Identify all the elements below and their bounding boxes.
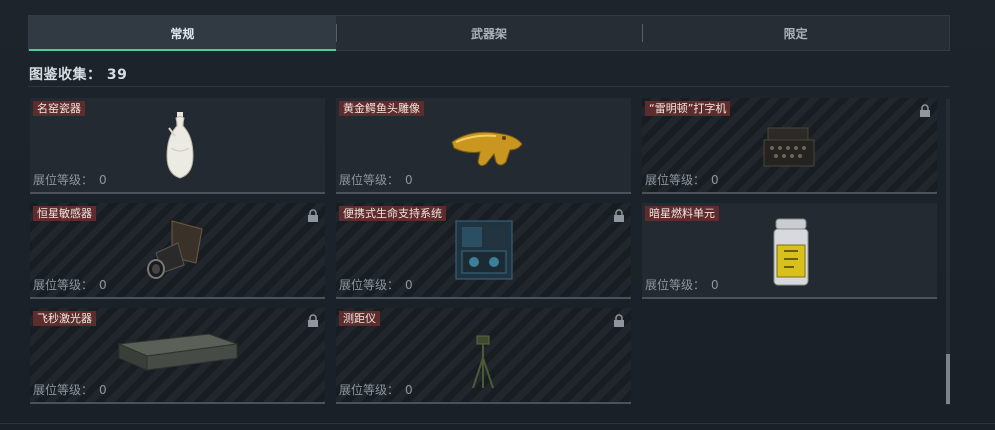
level-value: 0: [99, 383, 107, 397]
display-level: 展位等级： 0: [339, 171, 413, 188]
life-support-system-icon: [455, 220, 513, 280]
level-value: 0: [405, 173, 413, 187]
item-name: 黄金鳄鱼头雕像: [339, 101, 424, 116]
item-card[interactable]: 黄金鳄鱼头雕像 展位等级： 0: [336, 98, 631, 194]
display-level: 展位等级： 0: [339, 276, 413, 293]
level-label: 展位等级：: [645, 278, 706, 292]
tab-label: 常规: [170, 26, 195, 41]
collection-count: 图鉴收集： 39: [29, 64, 127, 84]
level-value: 0: [99, 278, 107, 292]
display-level: 展位等级： 0: [645, 276, 719, 293]
item-name: 测距仪: [339, 311, 380, 326]
star-sensor-icon: [147, 220, 203, 279]
collection-count-value: 39: [106, 67, 128, 83]
lock-icon: [308, 314, 318, 327]
item-card[interactable]: 恒星敏感器 展位等级： 0: [30, 203, 325, 299]
collection-separator: ：: [87, 67, 102, 83]
item-card[interactable]: 测距仪 展位等级： 0: [336, 308, 631, 404]
item-card[interactable]: 暗星燃料单元 展位等级： 0: [642, 203, 937, 299]
item-name: 便携式生命支持系统: [339, 206, 446, 221]
item-name: 名窑瓷器: [33, 101, 85, 116]
level-label: 展位等级：: [339, 278, 400, 292]
lock-icon: [308, 209, 318, 222]
porcelain-vase-icon: [166, 112, 194, 179]
scrollbar[interactable]: [946, 99, 950, 405]
lock-icon: [920, 104, 930, 117]
level-label: 展位等级：: [33, 383, 94, 397]
level-value: 0: [711, 173, 719, 187]
tab-label: 武器架: [471, 26, 508, 41]
tab-regular[interactable]: 常规: [29, 16, 336, 51]
fuel-cell-icon: [773, 218, 809, 286]
item-name: 飞秒激光器: [33, 311, 96, 326]
level-value: 0: [405, 383, 413, 397]
item-card[interactable]: 便携式生命支持系统 展位等级： 0: [336, 203, 631, 299]
item-card[interactable]: “雷明顿”打字机 展位等级： 0: [642, 98, 937, 194]
lock-icon: [614, 314, 624, 327]
item-name: 恒星敏感器: [33, 206, 96, 221]
display-level: 展位等级： 0: [645, 171, 719, 188]
item-card[interactable]: 飞秒激光器 展位等级： 0: [30, 308, 325, 404]
item-name: 暗星燃料单元: [645, 206, 719, 221]
tab-limited[interactable]: 限定: [642, 16, 949, 50]
category-tabs: 常规 武器架 限定: [28, 15, 950, 51]
tab-weapon-rack[interactable]: 武器架: [335, 16, 643, 50]
typewriter-icon: [763, 127, 815, 167]
collection-label: 图鉴收集: [29, 67, 87, 83]
display-level: 展位等级： 0: [33, 276, 107, 293]
level-value: 0: [405, 278, 413, 292]
level-label: 展位等级：: [339, 173, 400, 187]
level-label: 展位等级：: [33, 278, 94, 292]
level-label: 展位等级：: [645, 173, 706, 187]
display-level: 展位等级： 0: [33, 171, 107, 188]
rangefinder-icon: [472, 335, 494, 389]
scrollbar-thumb[interactable]: [946, 354, 950, 404]
femtosecond-laser-icon: [117, 333, 238, 371]
level-label: 展位等级：: [339, 383, 400, 397]
divider: [28, 86, 950, 87]
level-label: 展位等级：: [33, 173, 94, 187]
display-level: 展位等级： 0: [339, 381, 413, 398]
golden-crocodile-statue-icon: [451, 131, 523, 167]
level-value: 0: [99, 173, 107, 187]
level-value: 0: [711, 278, 719, 292]
lock-icon: [614, 209, 624, 222]
tab-label: 限定: [783, 26, 808, 41]
item-card[interactable]: 名窑瓷器 展位等级： 0: [30, 98, 325, 194]
item-name: “雷明顿”打字机: [645, 101, 731, 116]
display-level: 展位等级： 0: [33, 381, 107, 398]
